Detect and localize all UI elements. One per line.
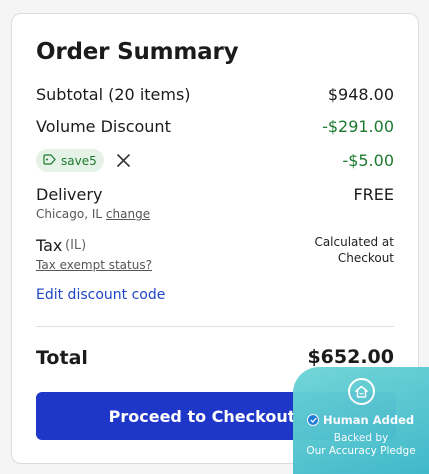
divider — [36, 326, 394, 327]
change-location-link[interactable]: change — [106, 207, 150, 221]
tax-label: Tax — [36, 236, 63, 255]
tax-note-line2: Checkout — [337, 251, 394, 265]
total-label: Total — [36, 347, 88, 369]
tax-exempt-container: Tax exempt status? — [36, 258, 152, 272]
accuracy-badge[interactable]: Human Added Backed by Our Accuracy Pledg… — [293, 367, 429, 474]
delivery-label: Delivery — [36, 185, 103, 204]
delivery-city: Chicago, IL — [36, 207, 103, 221]
coupon-value: -$5.00 — [342, 151, 394, 170]
badge-sub-line2: Our Accuracy Pledge — [306, 445, 416, 457]
subtotal-label: Subtotal (20 items) — [36, 85, 191, 104]
coupon-code: save5 — [61, 153, 97, 168]
badge-headline-text: Human Added — [323, 413, 415, 427]
badge-sub-line1: Backed by — [333, 432, 389, 444]
tax-note-line1: Calculated at — [314, 235, 394, 249]
badge-headline: Human Added — [307, 413, 414, 427]
volume-discount-value: -$291.00 — [322, 117, 394, 136]
volume-discount-label: Volume Discount — [36, 117, 171, 136]
coupon-chip: save5 — [36, 149, 104, 172]
delivery-value: FREE — [353, 185, 394, 204]
page-title: Order Summary — [36, 39, 239, 65]
total-value: $652.00 — [307, 346, 394, 368]
badge-subtext: Backed by Our Accuracy Pledge — [293, 432, 429, 458]
tax-exempt-link[interactable]: Tax exempt status? — [36, 258, 152, 272]
check-icon — [307, 414, 319, 426]
tax-region: (IL) — [65, 238, 87, 253]
subtotal-value: $948.00 — [327, 85, 394, 104]
house-icon — [348, 378, 375, 405]
edit-discount-link[interactable]: Edit discount code — [36, 287, 165, 303]
tax-note: Calculated at Checkout — [274, 234, 394, 266]
tag-icon — [43, 153, 56, 168]
delivery-location: Chicago, IL change — [36, 207, 150, 221]
close-icon[interactable] — [115, 152, 132, 169]
